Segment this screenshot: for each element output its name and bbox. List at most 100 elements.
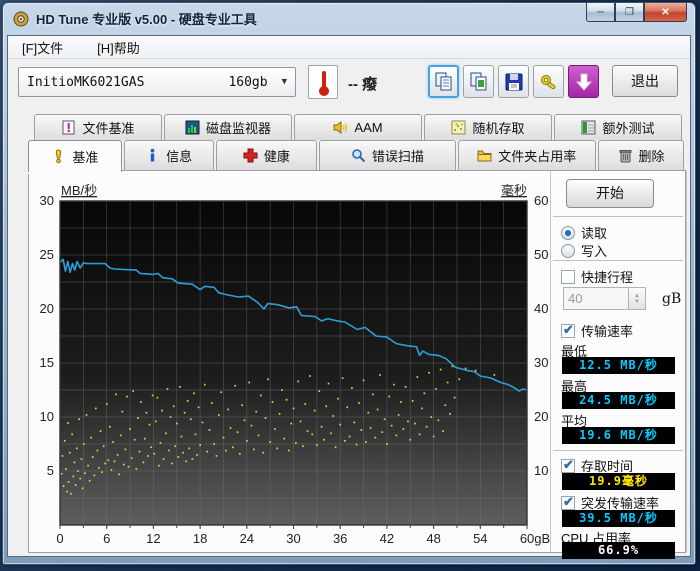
- minimize-button[interactable]: ─: [586, 3, 615, 22]
- quick-span-label: 快捷行程: [581, 270, 634, 285]
- drive-name: InitioMK6021GAS: [27, 74, 145, 90]
- copy-image-icon: [470, 72, 486, 90]
- tab-random-access[interactable]: 随机存取: [424, 114, 552, 140]
- quick-span-checkbox[interactable]: [561, 269, 575, 284]
- benchmark-chart: MB/秒 毫秒 30 25 20 15 10 5 60 50 40 30 20 10 0 6 12 18 24 3…: [40, 183, 551, 546]
- folder-icon: [477, 150, 492, 162]
- max-value: 24.5 MB/秒: [562, 392, 675, 409]
- tab-aam[interactable]: AAM: [294, 114, 422, 140]
- svg-text:30: 30: [534, 355, 548, 370]
- svg-text:15: 15: [40, 355, 54, 370]
- minimize-icon: ─: [596, 6, 605, 18]
- tab-folder-usage[interactable]: 文件夹占用率: [457, 140, 597, 170]
- svg-text:20: 20: [40, 301, 54, 316]
- svg-text:6: 6: [103, 531, 110, 546]
- options-button[interactable]: [533, 65, 564, 98]
- file-benchmark-icon: [62, 120, 75, 135]
- control-panel: 开始 读取 写入 快捷行程 ▲▼ gB: [550, 171, 687, 559]
- app-icon: [13, 11, 29, 26]
- span-size-stepper[interactable]: ▲ ▼: [629, 287, 646, 310]
- cpu-usage-value: 66.9%: [562, 542, 675, 559]
- exit-button[interactable]: 退出: [612, 65, 678, 97]
- burst-rate-value: 39.5 MB/秒: [562, 510, 675, 527]
- svg-text:0: 0: [56, 531, 63, 546]
- svg-text:24: 24: [240, 531, 254, 546]
- start-button[interactable]: 开始: [566, 179, 654, 208]
- tab-info[interactable]: 信息: [123, 140, 214, 170]
- random-access-icon: [451, 120, 466, 135]
- svg-text:60gB: 60gB: [520, 531, 550, 546]
- svg-text:18: 18: [193, 531, 207, 546]
- quick-span-row[interactable]: 快捷行程: [561, 267, 633, 286]
- download-button[interactable]: [568, 65, 599, 98]
- app-window: HD Tune 专业版 v5.00 - 硬盘专业工具 ─ ❐ ✕ [F]文件 […: [2, 2, 696, 565]
- secondary-tab-strip: 文件基准 磁盘监视器 AAM 随机存取 额外测试: [34, 114, 684, 140]
- svg-text:20: 20: [534, 409, 548, 424]
- write-radio[interactable]: [561, 243, 575, 258]
- transfer-rate-label: 传输速率: [581, 324, 634, 339]
- tab-erase[interactable]: 删除: [598, 140, 684, 170]
- benchmark-page: MB/秒 毫秒 30 25 20 15 10 5 60 50 40 30 20 10 0 6 12 18 24 3…: [28, 170, 687, 559]
- tab-benchmark[interactable]: 基准: [28, 140, 122, 172]
- restore-button[interactable]: ❐: [615, 3, 644, 22]
- read-radio[interactable]: [561, 225, 575, 240]
- svg-text:25: 25: [40, 247, 54, 262]
- access-time-checkbox[interactable]: [561, 457, 575, 473]
- drive-capacity: 160gb: [228, 74, 268, 90]
- window-title: HD Tune 专业版 v5.00 - 硬盘专业工具: [36, 12, 257, 27]
- svg-text:10: 10: [40, 409, 54, 424]
- save-button[interactable]: [498, 65, 529, 98]
- burst-rate-checkbox[interactable]: [561, 494, 575, 510]
- menu-help[interactable]: [H]帮助: [93, 36, 144, 59]
- span-size-input[interactable]: [563, 287, 629, 310]
- spin-down-icon: ▼: [634, 298, 640, 305]
- main-tab-strip: 基准 信息 健康 错误扫描 文件夹占用率 删除: [28, 140, 686, 172]
- svg-text:60: 60: [534, 193, 548, 208]
- left-axis-title: MB/秒: [61, 183, 97, 198]
- tab-health[interactable]: 健康: [215, 140, 318, 170]
- span-size-unit: gB: [662, 290, 682, 307]
- right-axis-title: 毫秒: [501, 183, 527, 198]
- copy-text-button[interactable]: [428, 65, 459, 98]
- tab-extra-tests[interactable]: 额外测试: [554, 114, 682, 140]
- magnifier-icon: [352, 149, 366, 163]
- access-time-value: 19.9毫秒: [562, 473, 675, 490]
- client-area: [F]文件 [H]帮助 InitioMK6021GAS 160gb ▼ -- 癈: [7, 35, 691, 559]
- chevron-down-icon: ▼: [281, 77, 287, 87]
- titlebar[interactable]: HD Tune 专业版 v5.00 - 硬盘专业工具 ─ ❐ ✕: [3, 3, 695, 34]
- close-icon: ✕: [661, 6, 670, 18]
- save-icon: [505, 73, 522, 90]
- speaker-icon: [333, 121, 348, 134]
- health-cross-icon: [243, 148, 258, 163]
- svg-text:50: 50: [534, 247, 548, 262]
- info-icon: [150, 148, 155, 162]
- close-button[interactable]: ✕: [644, 3, 687, 22]
- write-radio-row[interactable]: 写入: [561, 241, 607, 260]
- drive-select-dropdown[interactable]: InitioMK6021GAS 160gb ▼: [18, 67, 296, 97]
- svg-text:36: 36: [333, 531, 347, 546]
- svg-text:5: 5: [47, 463, 54, 478]
- tab-disk-monitor[interactable]: 磁盘监视器: [164, 114, 292, 140]
- trash-icon: [619, 150, 631, 163]
- options-icon: [540, 74, 555, 89]
- temperature-value: -- 癈: [348, 76, 378, 93]
- menu-file[interactable]: [F]文件: [18, 36, 67, 59]
- svg-text:30: 30: [286, 531, 300, 546]
- extra-tests-icon: [581, 120, 596, 135]
- transfer-rate-row[interactable]: 传输速率: [561, 321, 633, 340]
- copy-image-button[interactable]: [463, 65, 494, 98]
- tab-error-scan[interactable]: 错误扫描: [319, 140, 456, 170]
- read-radio-row[interactable]: 读取: [561, 223, 607, 242]
- svg-text:30: 30: [40, 193, 54, 208]
- menu-bar: [F]文件 [H]帮助: [8, 36, 690, 59]
- toolbar: InitioMK6021GAS 160gb ▼ -- 癈 退出: [8, 59, 690, 111]
- svg-text:54: 54: [473, 531, 487, 546]
- svg-text:42: 42: [380, 531, 394, 546]
- transfer-rate-checkbox[interactable]: [561, 322, 575, 338]
- min-value: 12.5 MB/秒: [562, 357, 675, 374]
- download-arrow-icon: [575, 73, 592, 91]
- svg-text:48: 48: [426, 531, 440, 546]
- copy-icon: [435, 72, 451, 90]
- temperature-indicator: [308, 65, 338, 99]
- tab-file-benchmark[interactable]: 文件基准: [34, 114, 162, 140]
